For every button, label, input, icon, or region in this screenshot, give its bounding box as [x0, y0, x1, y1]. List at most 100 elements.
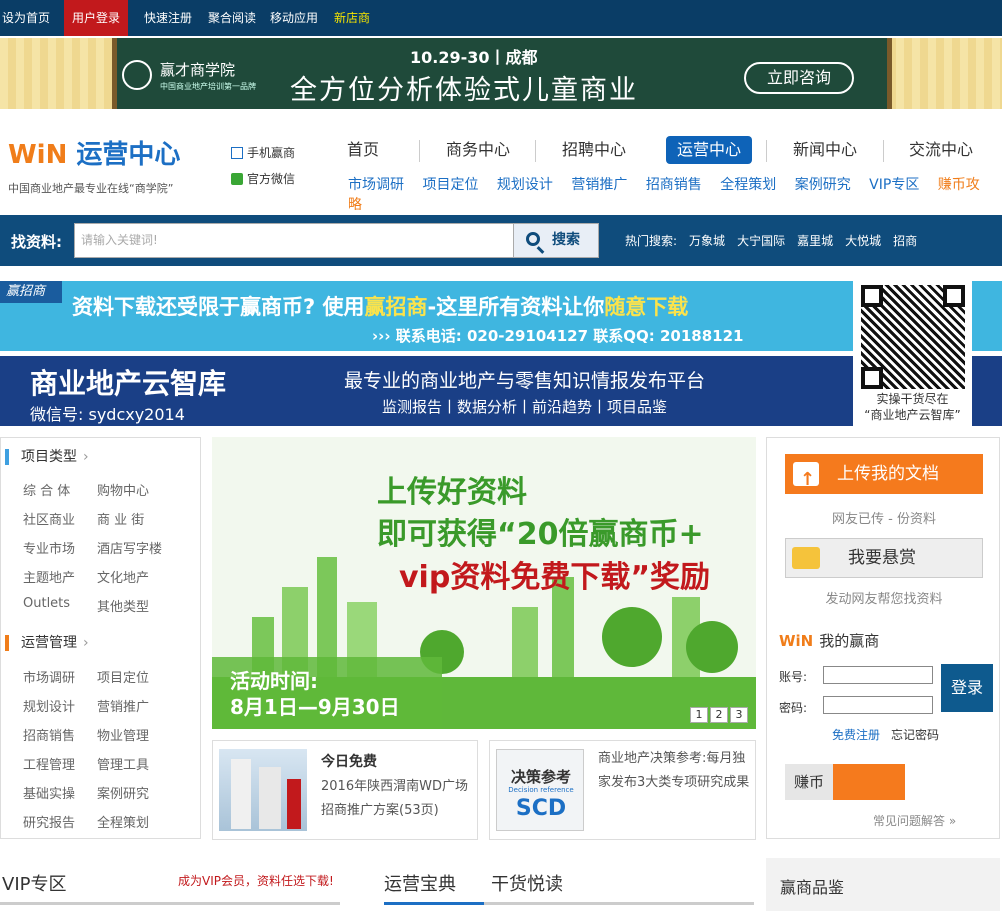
nav-home[interactable]: 首页	[318, 136, 408, 164]
menu-item[interactable]: 全程策划	[97, 812, 149, 831]
section-underline	[484, 902, 754, 905]
menu-item[interactable]: 购物中心	[97, 480, 149, 499]
menu-item[interactable]: 商 业 街	[97, 509, 144, 528]
quick-register-link[interactable]: 快速注册	[144, 0, 192, 36]
hot-search-item[interactable]: 万象城	[689, 234, 725, 248]
promo-slider[interactable]: 上传好资料 即可获得“20倍赢商币+ vip资料免费下载”奖励 活动时间: 8月…	[212, 437, 756, 729]
side-links: 手机赢商 官方微信	[231, 146, 295, 198]
wechat-link[interactable]: 官方微信	[231, 172, 295, 198]
sub-nav: 市场调研 项目定位 规划设计 营销推广 招商销售 全程策划 案例研究 VIP专区…	[348, 174, 1002, 214]
account-input[interactable]	[823, 666, 933, 684]
mobile-win-link[interactable]: 手机赢商	[231, 146, 295, 172]
subnav-case-study[interactable]: 案例研究	[795, 177, 851, 193]
upload-icon	[793, 460, 819, 500]
today-free-card[interactable]: 今日免费 2016年陕西渭南WD广场招商推广方案(53页)	[212, 740, 478, 840]
menu-item[interactable]: 专业市场	[23, 538, 75, 557]
search-button[interactable]: 搜索	[513, 223, 599, 258]
mobile-app-link[interactable]: 移动应用	[270, 0, 318, 36]
earn-coin-bar[interactable]	[833, 764, 905, 800]
hot-search-item[interactable]: 大宁国际	[737, 234, 785, 248]
ad-tags: 监测报告丨数据分析丨前沿趋势丨项目品鉴	[382, 398, 668, 416]
new-store-link[interactable]: 新店商	[334, 0, 370, 36]
hot-search-item[interactable]: 大悦城	[845, 234, 881, 248]
upload-document-button[interactable]: 上传我的文档	[785, 454, 983, 500]
subnav-full-planning[interactable]: 全程策划	[720, 177, 776, 193]
earn-coin-label[interactable]: 赚币	[785, 764, 833, 800]
top-bar: 设为首页 用户登录 快速注册 聚合阅读 移动应用 新店商	[0, 0, 1002, 36]
subnav-leasing-sales[interactable]: 招商销售	[646, 177, 702, 193]
academy-logo-icon	[122, 60, 152, 90]
slider-page-button[interactable]: 1	[690, 707, 708, 723]
menu-item[interactable]: 酒店写字楼	[97, 538, 162, 557]
menu-item[interactable]: Outlets	[23, 596, 70, 611]
menu-item[interactable]: 营销推广	[97, 696, 149, 715]
search-icon	[526, 232, 540, 246]
nav-news-center[interactable]: 新闻中心	[780, 136, 870, 164]
subnav-vip[interactable]: VIP专区	[869, 177, 919, 193]
cloud-think-tank-ad[interactable]: 商业地产云智库 微信号: sydcxy2014 最专业的商业地产与零售知识情报发…	[0, 356, 1002, 426]
subnav-marketing[interactable]: 营销推广	[571, 177, 627, 193]
site-logo[interactable]: WiN 运营中心	[8, 134, 180, 171]
upload-count-note: 网友已传 - 份资料	[832, 512, 936, 527]
academy-tagline: 中国商业地产培训第一品牌	[160, 82, 256, 91]
vip-promo-link[interactable]: 成为VIP会员，资料任选下载!	[178, 872, 334, 889]
reward-request-button[interactable]: 我要悬赏	[785, 538, 983, 578]
menu-item[interactable]: 文化地产	[97, 567, 149, 586]
slider-page-button[interactable]: 3	[730, 707, 748, 723]
nav-recruitment-center[interactable]: 招聘中心	[549, 136, 639, 164]
wechat-icon	[231, 173, 243, 185]
menu-item[interactable]: 基础实操	[23, 783, 75, 802]
menu-item[interactable]: 市场调研	[23, 667, 75, 686]
win-review-title[interactable]: 赢商品鉴	[780, 874, 844, 898]
section-project-type[interactable]: 项目类型 ›	[1, 446, 201, 468]
main-nav: 首页 商务中心 招聘中心 运营中心 新闻中心 交流中心	[318, 130, 1002, 170]
menu-item[interactable]: 工程管理	[23, 754, 75, 773]
tab-ops-handbook[interactable]: 运营宝典	[384, 870, 456, 896]
menu-item[interactable]: 主题地产	[23, 567, 75, 586]
nav-exchange-center[interactable]: 交流中心	[896, 136, 986, 164]
subnav-planning[interactable]: 规划设计	[497, 177, 553, 193]
hot-search-item[interactable]: 招商	[893, 234, 917, 248]
training-banner[interactable]: 赢才商学院 中国商业地产培训第一品牌 10.29-30丨成都 全方位分析体验式儿…	[0, 38, 1002, 109]
menu-item[interactable]: 项目定位	[97, 667, 149, 686]
section-operation-management[interactable]: 运营管理 ›	[1, 632, 201, 654]
search-input[interactable]: 请输入关键词!	[74, 223, 514, 258]
free-register-link[interactable]: 免费注册	[832, 726, 880, 743]
menu-item[interactable]: 管理工具	[97, 754, 149, 773]
decision-reference-card[interactable]: 决策参考 Decision reference SCD 商业地产决策参考:每月独…	[489, 740, 756, 840]
decision-reference-thumbnail: 决策参考 Decision reference SCD	[496, 749, 584, 831]
nav-business-center[interactable]: 商务中心	[433, 136, 523, 164]
win-review-section: 赢商品鉴	[766, 858, 1000, 911]
nav-operation-center[interactable]: 运营中心	[666, 136, 752, 164]
aggregate-reading-link[interactable]: 聚合阅读	[208, 0, 256, 36]
vip-title[interactable]: VIP专区	[2, 870, 66, 896]
building-thumbnail	[219, 749, 307, 831]
menu-item[interactable]: 社区商业	[23, 509, 75, 528]
password-input[interactable]	[823, 696, 933, 714]
faq-link[interactable]: 常见问题解答 »	[873, 812, 956, 829]
menu-item[interactable]: 综 合 体	[23, 480, 70, 499]
menu-item[interactable]: 规划设计	[23, 696, 75, 715]
login-button[interactable]: 登录	[941, 664, 993, 712]
tab-dry-goods-reading[interactable]: 干货悦读	[491, 870, 563, 896]
menu-item[interactable]: 招商销售	[23, 725, 75, 744]
menu-item[interactable]: 物业管理	[97, 725, 149, 744]
menu-item[interactable]: 研究报告	[23, 812, 75, 831]
slider-page-button[interactable]: 2	[710, 707, 728, 723]
yinzhaoshang-ad[interactable]: 赢招商 资料下载还受限于赢商币? 使用赢招商-这里所有资料让你随意下载 ››› …	[0, 281, 1002, 351]
menu-item[interactable]: 案例研究	[97, 783, 149, 802]
user-login-link[interactable]: 用户登录	[64, 0, 129, 36]
menu-item[interactable]: 其他类型	[97, 596, 149, 615]
card-text: 商业地产决策参考:每月独家发布3大类专项研究成果	[598, 751, 750, 790]
subnav-positioning[interactable]: 项目定位	[422, 177, 478, 193]
consult-button[interactable]: 立即咨询	[744, 62, 854, 94]
qr-code-icon	[861, 285, 965, 389]
chevron-right-icon: ›	[83, 635, 89, 651]
activity-date: 8月1日—9月30日	[230, 695, 400, 719]
forgot-password-link[interactable]: 忘记密码	[891, 726, 939, 743]
slider-line2: 即可获得“20倍赢商币+	[377, 517, 704, 552]
subnav-market-research[interactable]: 市场调研	[348, 177, 404, 193]
hot-search-item[interactable]: 嘉里城	[797, 234, 833, 248]
set-homepage-link[interactable]: 设为首页	[2, 0, 50, 36]
ad-tag: 赢招商	[0, 281, 62, 303]
